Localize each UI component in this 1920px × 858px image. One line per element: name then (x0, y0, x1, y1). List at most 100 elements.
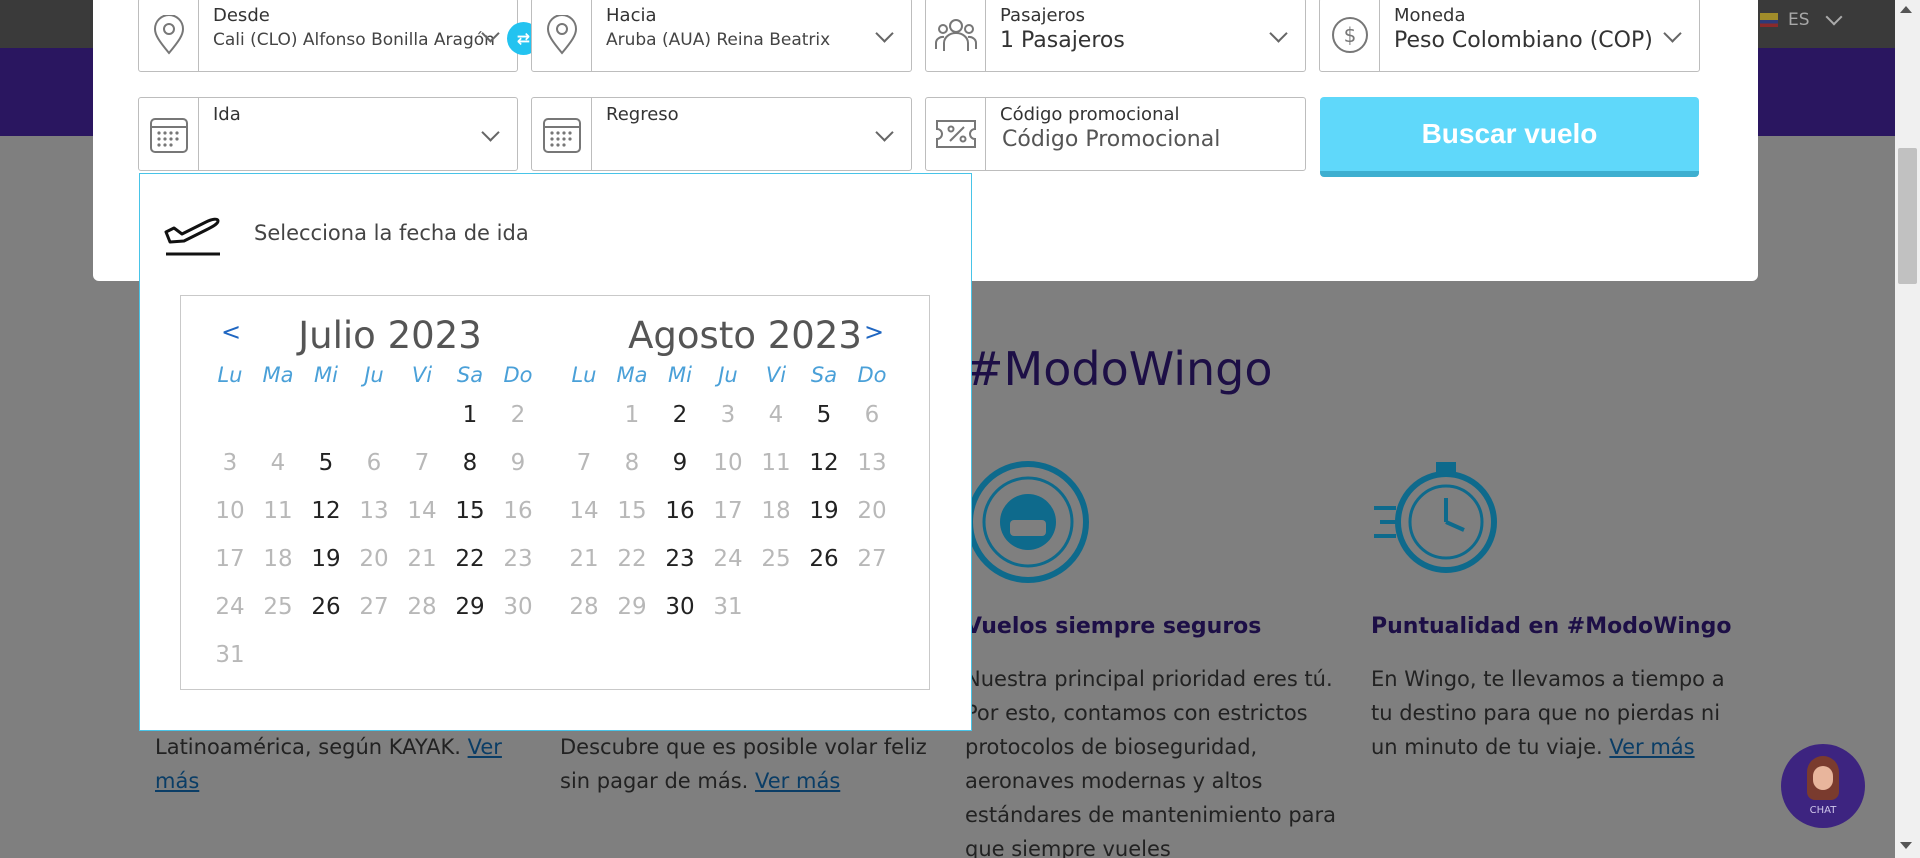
weekday-label: Vi (411, 363, 433, 387)
destination-label: Hacia (606, 5, 657, 26)
currency-label: Moneda (1394, 5, 1466, 26)
chat-avatar-icon (1807, 756, 1839, 800)
promo-label: Código promocional (1000, 104, 1180, 125)
ver-mas-link[interactable]: Ver más (1609, 735, 1694, 759)
month-title-august: Agosto 2023 (628, 314, 862, 357)
calendar-day: 21 (569, 546, 599, 572)
feature-text-volar: Descubre que es posible volar feliz sin … (560, 735, 927, 793)
weekday-label: Mi (668, 363, 692, 387)
calendar-day[interactable]: 19 (302, 546, 350, 572)
calendar-day: 2 (510, 402, 526, 428)
calendar-day: 11 (761, 450, 791, 476)
departure-date-field[interactable]: Ida (138, 97, 518, 171)
calendar-day: 1 (624, 402, 640, 428)
weekday-label: Mi (314, 363, 338, 387)
calendar-day[interactable]: 26 (302, 594, 350, 620)
scrollbar-thumb[interactable] (1898, 148, 1917, 284)
calendar-day[interactable]: 8 (446, 450, 494, 476)
calendar-day: 7 (576, 450, 592, 476)
calendar-day[interactable]: 30 (656, 594, 704, 620)
calendar-day[interactable]: 29 (446, 594, 494, 620)
calendar-day: 11 (263, 498, 293, 524)
calendar-day: 25 (263, 594, 293, 620)
weekday-label: Do (857, 363, 887, 387)
scrollbar-track[interactable] (1895, 0, 1920, 858)
calendar-day[interactable]: 12 (302, 498, 350, 524)
calendar-day[interactable]: 2 (656, 402, 704, 428)
language-selector[interactable]: ES (1760, 8, 1843, 30)
calendar-day[interactable]: 19 (800, 498, 848, 524)
calendar-day: 15 (617, 498, 647, 524)
currency-value: Peso Colombiano (COP) (1394, 28, 1653, 53)
month-title-july: Julio 2023 (298, 314, 482, 357)
feature-text-safety: Nuestra principal prioridad eres tú. Por… (965, 667, 1337, 858)
calendar-day: 28 (407, 594, 437, 620)
search-flight-button[interactable]: Buscar vuelo (1320, 97, 1699, 177)
dollar-circle-icon: $ (1331, 17, 1368, 53)
calendar-day: 31 (713, 594, 743, 620)
calendar-day: 29 (617, 594, 647, 620)
calendar-day[interactable]: 16 (656, 498, 704, 524)
calendar-day: 13 (857, 450, 887, 476)
calendar-day: 17 (713, 498, 743, 524)
promo-input[interactable]: Código Promocional (1000, 127, 1305, 152)
feature-title-punctuality: Puntualidad en #ModoWingo (1371, 614, 1732, 639)
weekday-label: Ma (616, 363, 648, 387)
calendar-day: 14 (569, 498, 599, 524)
weekday-label: Sa (456, 363, 484, 387)
return-date-field[interactable]: Regreso (531, 97, 912, 171)
calendar-day[interactable]: 26 (800, 546, 848, 572)
calendar-day[interactable]: 12 (800, 450, 848, 476)
destination-field[interactable]: Hacia Aruba (AUA) Reina Beatrix (531, 0, 912, 72)
colombia-flag-icon (1760, 13, 1778, 27)
calendar-day: 8 (624, 450, 640, 476)
calendar-day: 3 (222, 450, 238, 476)
previous-month-button[interactable]: < (221, 318, 241, 346)
chevron-down-icon (481, 123, 500, 142)
departure-calendar-popup: Selecciona la fecha de ida < > Julio 202… (139, 173, 972, 731)
calendar-day: 18 (263, 546, 293, 572)
calendar-day[interactable]: 23 (656, 546, 704, 572)
calendar-day[interactable]: 1 (446, 402, 494, 428)
weekday-label: Ju (364, 363, 384, 387)
chat-button[interactable]: CHAT (1781, 744, 1865, 828)
calendar-day: 22 (617, 546, 647, 572)
origin-label: Desde (213, 5, 270, 26)
origin-value: Cali (CLO) Alfonso Bonilla Aragón (213, 30, 495, 50)
calendar-day[interactable]: 9 (656, 450, 704, 476)
promo-code-field[interactable]: Código promocional Código Promocional (925, 97, 1306, 171)
calendar-day: 24 (713, 546, 743, 572)
calendar-icon (542, 118, 581, 153)
calendar-day: 13 (359, 498, 389, 524)
calendar-day: 30 (503, 594, 533, 620)
currency-field[interactable]: $ Moneda Peso Colombiano (COP) (1319, 0, 1700, 72)
weekday-label: Ma (262, 363, 294, 387)
weekday-label: Do (503, 363, 533, 387)
stopwatch-icon (1374, 462, 1497, 573)
location-pin-icon (546, 15, 577, 55)
calendar-day: 20 (857, 498, 887, 524)
scroll-down-arrow[interactable] (1900, 842, 1912, 849)
scroll-up-arrow[interactable] (1900, 6, 1912, 13)
calendar-day[interactable]: 22 (446, 546, 494, 572)
calendar-day[interactable]: 5 (302, 450, 350, 476)
calendar-day: 6 (366, 450, 382, 476)
calendar-day: 20 (359, 546, 389, 572)
section-title: #ModoWingo (965, 342, 1273, 396)
calendar-day[interactable]: 5 (800, 402, 848, 428)
feature-text-punctuality: En Wingo, te llevamos a tiempo a tu dest… (1371, 667, 1725, 759)
passengers-field[interactable]: Pasajeros 1 Pasajeros (925, 0, 1306, 72)
feature-title-safety: Vuelos siempre seguros (965, 614, 1262, 639)
svg-text:$: $ (1343, 23, 1356, 47)
passengers-label: Pasajeros (1000, 5, 1085, 26)
calendar-day: 24 (215, 594, 245, 620)
origin-field[interactable]: Desde Cali (CLO) Alfonso Bonilla Aragón (138, 0, 518, 72)
weekday-label: Lu (217, 363, 243, 387)
calendar-day: 31 (215, 642, 245, 668)
calendar-day[interactable]: 15 (446, 498, 494, 524)
language-label: ES (1788, 10, 1810, 30)
ver-mas-link[interactable]: Ver más (755, 769, 840, 793)
chevron-down-icon (875, 123, 894, 142)
calendar-title: Selecciona la fecha de ida (254, 221, 529, 245)
departure-label: Ida (213, 104, 241, 125)
